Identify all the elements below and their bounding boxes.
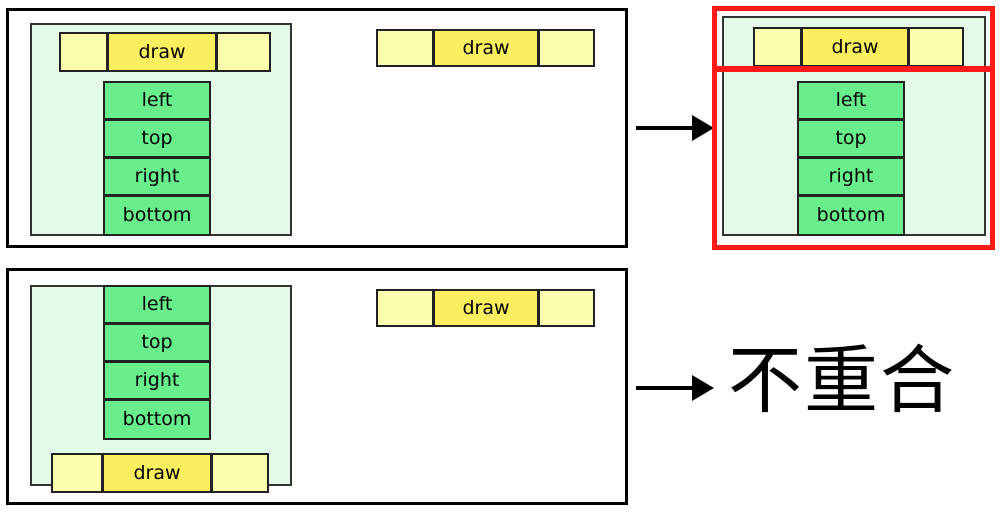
draw-label: draw: [138, 40, 186, 63]
stack-cell-top[interactable]: top: [103, 119, 211, 158]
highlight-divider: [712, 66, 995, 72]
arrow-bottom-head: [692, 375, 714, 401]
draw-row-cell-center[interactable]: draw: [107, 32, 217, 72]
panel-bottom-before: left top right bottom draw draw: [6, 268, 628, 505]
stack-label-top: top: [141, 127, 173, 149]
after-stack-cell-top[interactable]: top: [797, 119, 905, 158]
after-draw-cell-center[interactable]: draw: [801, 27, 909, 67]
diagram-canvas: draw left top right bottom draw draw lef…: [0, 0, 999, 513]
standalone-draw-label: draw: [462, 36, 510, 59]
arrow-top-head: [692, 115, 714, 141]
stack-label-bottom: bottom: [122, 204, 192, 226]
standalone-draw-cell-center[interactable]: draw: [433, 29, 539, 67]
after-stack-label-right: right: [828, 165, 874, 187]
b-standalone-draw-cell-center[interactable]: draw: [433, 289, 539, 327]
b-stack-cell-left[interactable]: left: [103, 285, 211, 324]
b-standalone-draw-cell-left: [376, 289, 434, 327]
after-draw-label: draw: [831, 35, 879, 58]
draw-row-cell-right: [216, 32, 271, 72]
arrow-bottom-shaft: [636, 386, 698, 390]
b-draw-cell-left: [51, 453, 103, 493]
stack-cell-right[interactable]: right: [103, 157, 211, 196]
after-stack-cell-bottom[interactable]: bottom: [797, 195, 905, 236]
b-stack-label-right: right: [134, 369, 180, 391]
after-draw-cell-right: [908, 27, 964, 67]
b-draw-label: draw: [133, 461, 181, 484]
b-draw-cell-center[interactable]: draw: [102, 453, 212, 493]
result-text-not-overlapping: 不重合: [728, 338, 956, 424]
b-stack-cell-bottom[interactable]: bottom: [103, 399, 211, 440]
after-stack-label-top: top: [835, 127, 867, 149]
stack-label-right: right: [134, 165, 180, 187]
b-stack-label-bottom: bottom: [122, 408, 192, 430]
arrow-top-shaft: [636, 126, 698, 130]
b-standalone-draw-label: draw: [462, 296, 510, 319]
standalone-draw-cell-right: [538, 29, 595, 67]
b-stack-label-top: top: [141, 331, 173, 353]
after-stack-label-left: left: [835, 89, 867, 111]
draw-row-cell-left: [59, 32, 108, 72]
b-stack-label-left: left: [141, 293, 173, 315]
panel-top-after: draw left top right bottom: [714, 8, 993, 248]
b-stack-cell-right[interactable]: right: [103, 361, 211, 400]
standalone-draw-cell-left: [376, 29, 434, 67]
after-stack-label-bottom: bottom: [816, 204, 886, 226]
b-draw-cell-right: [211, 453, 269, 493]
stack-label-left: left: [141, 89, 173, 111]
after-stack-cell-left[interactable]: left: [797, 81, 905, 120]
after-draw-cell-left: [753, 27, 802, 67]
b-standalone-draw-cell-right: [538, 289, 595, 327]
b-stack-cell-top[interactable]: top: [103, 323, 211, 362]
stack-cell-left[interactable]: left: [103, 81, 211, 120]
after-stack-cell-right[interactable]: right: [797, 157, 905, 196]
panel-top-before: draw left top right bottom draw: [6, 8, 628, 248]
stack-cell-bottom[interactable]: bottom: [103, 195, 211, 236]
